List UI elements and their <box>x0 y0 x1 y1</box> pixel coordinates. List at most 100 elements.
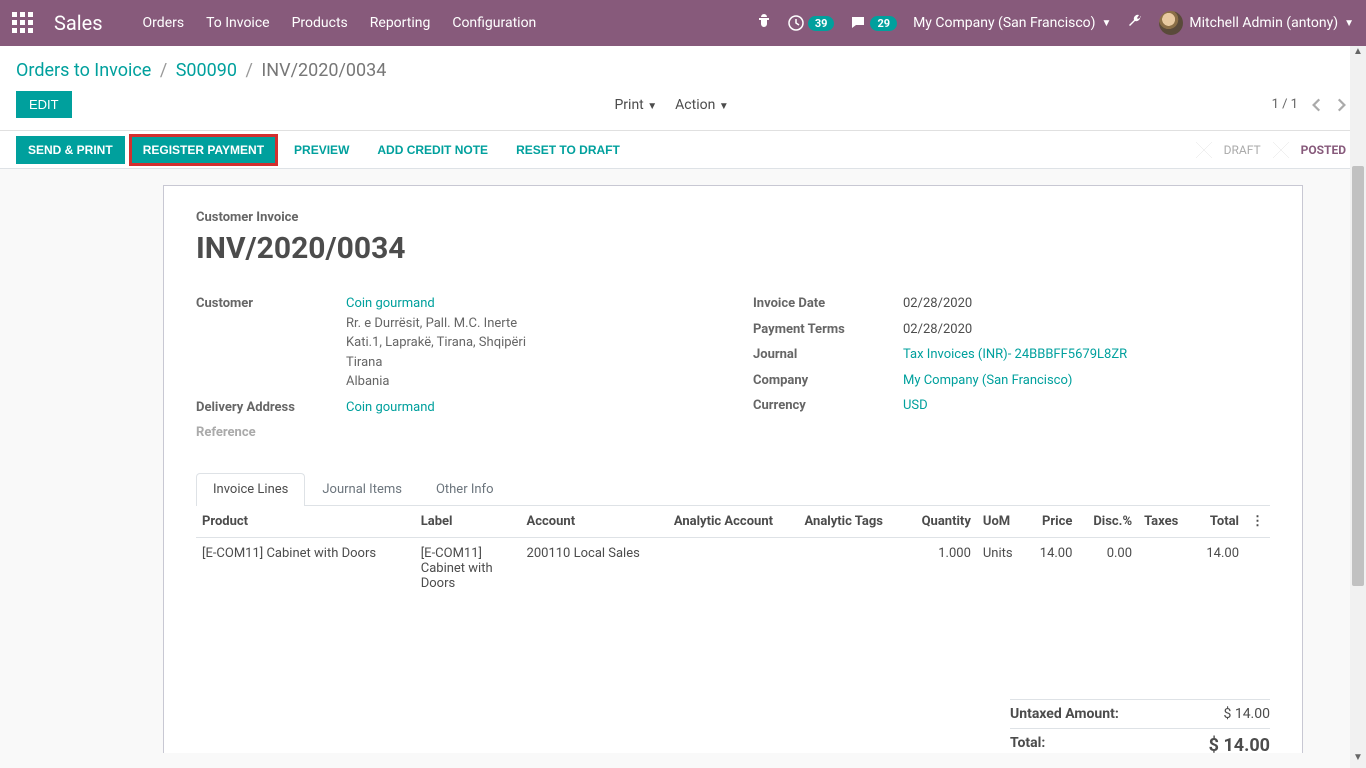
edit-button[interactable]: EDIT <box>16 91 72 118</box>
company-name: My Company (San Francisco) <box>913 15 1095 31</box>
scroll-down-icon[interactable]: ▼ <box>1350 752 1366 768</box>
th-total: Total <box>1192 506 1245 538</box>
totals-block: Untaxed Amount: $ 14.00 Total: $ 14.00 <box>1010 699 1270 754</box>
cell-taxes <box>1138 537 1192 599</box>
cell-total: 14.00 <box>1192 537 1245 599</box>
statusbar: SEND & PRINT REGISTER PAYMENT PREVIEW AD… <box>0 131 1366 169</box>
user-menu[interactable]: Mitchell Admin (antony)▼ <box>1159 11 1354 35</box>
currency-label: Currency <box>753 396 903 416</box>
th-uom: UoM <box>977 506 1026 538</box>
send-print-button[interactable]: SEND & PRINT <box>16 136 125 164</box>
total-label: Total: <box>1010 735 1045 754</box>
page-title: INV/2020/0034 <box>196 231 1270 266</box>
th-quantity: Quantity <box>905 506 977 538</box>
sheet-scroll: Customer Invoice INV/2020/0034 Customer … <box>0 169 1366 753</box>
cell-analytic-tags <box>799 537 905 599</box>
pager-text: 1 / 1 <box>1272 97 1298 112</box>
company-link[interactable]: My Company (San Francisco) <box>903 371 1072 391</box>
breadcrumb: Orders to Invoice / S00090 / INV/2020/00… <box>0 46 1366 91</box>
th-taxes: Taxes <box>1138 506 1192 538</box>
preview-button[interactable]: PREVIEW <box>282 136 361 164</box>
untaxed-value: $ 14.00 <box>1223 706 1270 722</box>
form-sheet: Customer Invoice INV/2020/0034 Customer … <box>163 185 1303 753</box>
bug-icon[interactable] <box>756 13 772 33</box>
top-menu: Orders To Invoice Products Reporting Con… <box>143 15 537 31</box>
vertical-scrollbar[interactable]: ▲ ▼ <box>1350 46 1366 768</box>
delivery-link[interactable]: Coin gourmand <box>346 398 435 418</box>
journal-link[interactable]: Tax Invoices (INR)- 24BBBFF5679L8ZR <box>903 345 1127 365</box>
menu-to-invoice[interactable]: To Invoice <box>206 15 270 31</box>
th-product: Product <box>196 506 415 538</box>
messages-count: 29 <box>870 16 897 31</box>
journal-label: Journal <box>753 345 903 365</box>
company-label: Company <box>753 371 903 391</box>
columns-options-icon[interactable]: ⋮ <box>1245 506 1270 538</box>
pager-prev-icon[interactable] <box>1308 96 1326 114</box>
reference-label: Reference <box>196 423 346 443</box>
left-column: Customer Coin gourmand Rr. e Durrësit, P… <box>196 294 713 449</box>
activities-count: 39 <box>808 16 835 31</box>
table-row[interactable]: [E-COM11] Cabinet with Doors [E-COM11] C… <box>196 537 1270 599</box>
messages-badge[interactable]: 29 <box>850 15 897 31</box>
breadcrumb-l2[interactable]: S00090 <box>176 60 237 81</box>
topnav-right: 39 29 My Company (San Francisco)▼ Mitche… <box>756 11 1354 35</box>
reset-to-draft-button[interactable]: RESET TO DRAFT <box>504 136 632 164</box>
cell-disc: 0.00 <box>1078 537 1138 599</box>
cell-product: [E-COM11] Cabinet with Doors <box>196 537 415 599</box>
activities-badge[interactable]: 39 <box>788 15 835 31</box>
th-analytic-tags: Analytic Tags <box>799 506 905 538</box>
menu-orders[interactable]: Orders <box>143 15 185 31</box>
register-payment-button[interactable]: REGISTER PAYMENT <box>129 134 278 166</box>
payment-terms-value: 02/28/2020 <box>903 320 972 340</box>
apps-icon[interactable] <box>12 12 34 34</box>
tab-other-info[interactable]: Other Info <box>419 473 511 505</box>
th-label: Label <box>415 506 521 538</box>
top-nav: Sales Orders To Invoice Products Reporti… <box>0 0 1366 46</box>
addr-line1: Rr. e Durrësit, Pall. M.C. Inerte <box>346 314 526 334</box>
pager-next-icon[interactable] <box>1332 96 1350 114</box>
invoice-lines-table: Product Label Account Analytic Account A… <box>196 506 1270 599</box>
avatar <box>1159 11 1183 35</box>
cell-label: [E-COM11] Cabinet with Doors <box>415 537 521 599</box>
cell-price: 14.00 <box>1026 537 1078 599</box>
tab-invoice-lines[interactable]: Invoice Lines <box>196 473 305 506</box>
currency-link[interactable]: USD <box>903 396 928 416</box>
right-column: Invoice Date02/28/2020 Payment Terms02/2… <box>753 294 1270 449</box>
th-disc: Disc.% <box>1078 506 1138 538</box>
addr-line4: Albania <box>346 372 526 392</box>
scroll-thumb[interactable] <box>1352 166 1364 586</box>
cell-account: 200110 Local Sales <box>521 537 668 599</box>
cell-quantity: 1.000 <box>905 537 977 599</box>
company-selector[interactable]: My Company (San Francisco)▼ <box>913 15 1111 31</box>
wrench-icon[interactable] <box>1127 13 1143 33</box>
th-analytic-account: Analytic Account <box>668 506 799 538</box>
menu-reporting[interactable]: Reporting <box>370 15 431 31</box>
menu-products[interactable]: Products <box>292 15 348 31</box>
cell-analytic-account <box>668 537 799 599</box>
cell-uom: Units <box>977 537 1026 599</box>
print-dropdown[interactable]: Print ▼ <box>614 97 657 113</box>
addr-line3: Tirana <box>346 353 526 373</box>
breadcrumb-current: INV/2020/0034 <box>261 60 386 81</box>
doc-type: Customer Invoice <box>196 210 1270 225</box>
payment-terms-label: Payment Terms <box>753 320 903 340</box>
tabset: Invoice Lines Journal Items Other Info <box>196 473 1270 506</box>
th-price: Price <box>1026 506 1078 538</box>
brand-title[interactable]: Sales <box>54 11 103 35</box>
breadcrumb-l1[interactable]: Orders to Invoice <box>16 60 151 81</box>
scroll-up-icon[interactable]: ▲ <box>1350 46 1366 62</box>
menu-configuration[interactable]: Configuration <box>452 15 536 31</box>
customer-label: Customer <box>196 294 346 392</box>
delivery-label: Delivery Address <box>196 398 346 418</box>
user-name: Mitchell Admin (antony) <box>1189 15 1338 31</box>
total-value: $ 14.00 <box>1209 735 1270 754</box>
action-dropdown[interactable]: Action ▼ <box>675 97 729 113</box>
tab-journal-items[interactable]: Journal Items <box>305 473 419 505</box>
control-panel: Orders to Invoice / S00090 / INV/2020/00… <box>0 46 1366 131</box>
untaxed-label: Untaxed Amount: <box>1010 706 1119 722</box>
add-credit-note-button[interactable]: ADD CREDIT NOTE <box>365 136 500 164</box>
status-draft[interactable]: DRAFT <box>1204 133 1281 167</box>
invoice-date-label: Invoice Date <box>753 294 903 314</box>
customer-link[interactable]: Coin gourmand <box>346 294 526 314</box>
th-account: Account <box>521 506 668 538</box>
